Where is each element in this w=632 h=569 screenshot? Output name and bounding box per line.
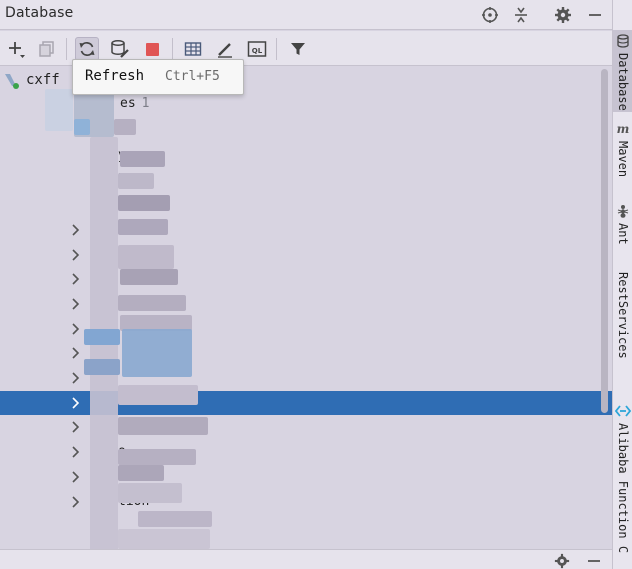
tooltip-shortcut: Ctrl+F5 [165, 69, 220, 84]
collapse-all-icon[interactable] [510, 4, 532, 26]
alibaba-icon [615, 403, 631, 419]
panel-header: Database [0, 0, 612, 30]
scrollbar-thumb[interactable] [601, 69, 608, 413]
svg-text:QL: QL [252, 47, 263, 55]
ant-icon [615, 203, 631, 219]
query-console-icon[interactable]: QL [245, 37, 269, 61]
maven-icon: m [616, 122, 630, 136]
chevron-right-icon[interactable] [71, 396, 83, 410]
chevron-right-icon[interactable] [71, 495, 83, 509]
tool-tab-ant[interactable]: Ant [613, 200, 632, 258]
tool-tab-label: Alibaba Function C [616, 423, 630, 554]
redaction-block [118, 385, 198, 405]
chevron-right-icon[interactable] [71, 322, 83, 336]
chevron-right-icon[interactable] [71, 248, 83, 262]
tool-tab-restservices[interactable]: RestServices [613, 268, 632, 378]
chevron-right-icon[interactable] [71, 272, 83, 286]
add-icon[interactable] [4, 37, 28, 61]
toolbar-separator [66, 38, 67, 60]
chevron-right-icon[interactable] [71, 371, 83, 385]
toolbar-separator [172, 38, 173, 60]
table-editor-icon[interactable] [181, 37, 205, 61]
redaction-block [118, 449, 196, 465]
redaction-block [118, 529, 210, 549]
bottom-panel-header [0, 549, 612, 569]
db-properties-icon[interactable] [108, 37, 132, 61]
chevron-right-icon[interactable] [71, 445, 83, 459]
chevron-right-icon[interactable] [71, 420, 83, 434]
redaction-block [74, 119, 90, 135]
refresh-button[interactable] [75, 37, 99, 61]
datasource-icon [2, 72, 20, 90]
chevron-right-icon[interactable] [71, 297, 83, 311]
redaction-block [84, 329, 120, 345]
datasource-node[interactable]: es 1 [120, 96, 149, 111]
database-icon [615, 33, 631, 49]
root-node-label: cxff [26, 72, 60, 88]
redaction-block [138, 511, 212, 527]
refresh-tooltip: Refresh Ctrl+F5 [72, 59, 244, 95]
chevron-right-icon[interactable] [71, 223, 83, 237]
panel-title: Database [5, 5, 74, 21]
right-tool-strip: Database m Maven Ant RestServices Alibab… [612, 0, 632, 569]
chevron-right-icon[interactable] [71, 346, 83, 360]
minimize-icon[interactable] [586, 553, 602, 569]
edit-icon[interactable] [213, 37, 237, 61]
tooltip-title: Refresh [85, 68, 145, 84]
redaction-block [120, 151, 165, 167]
duplicate-icon[interactable] [35, 37, 59, 61]
tool-tab-label: Ant [616, 223, 630, 245]
filter-icon[interactable] [286, 37, 310, 61]
redaction-block [118, 195, 170, 211]
tool-tab-label: Database [616, 53, 630, 111]
redaction-block [118, 483, 182, 503]
tool-tab-alibaba-function[interactable]: Alibaba Function C [613, 400, 632, 569]
minimize-icon[interactable] [584, 4, 606, 26]
redaction-block [114, 119, 136, 135]
locate-icon[interactable] [479, 4, 501, 26]
gear-icon[interactable] [554, 553, 570, 569]
redaction-block [118, 173, 154, 189]
database-tree: cxff es1 yhyeerloo ion tion [0, 67, 612, 549]
redaction-block [118, 295, 186, 311]
datasource-label: es [120, 96, 136, 111]
redaction-block [118, 245, 174, 269]
datasource-count: 1 [141, 96, 150, 111]
tool-tab-database[interactable]: Database [613, 30, 632, 112]
tree-scrollbar[interactable] [599, 67, 610, 549]
stop-icon[interactable] [140, 37, 164, 61]
redaction-block [118, 417, 208, 435]
redaction-block [118, 219, 168, 235]
redaction-block [120, 269, 178, 285]
redaction-block [118, 465, 164, 481]
tool-tab-label: Maven [616, 141, 630, 178]
gear-icon[interactable] [552, 4, 574, 26]
tool-tab-maven[interactable]: m Maven [613, 118, 632, 190]
redaction-block [84, 359, 120, 375]
redaction-block [122, 329, 192, 377]
toolbar-separator [276, 38, 277, 60]
redaction-block [45, 89, 73, 131]
chevron-right-icon[interactable] [71, 470, 83, 484]
tool-tab-label: RestServices [616, 272, 630, 359]
